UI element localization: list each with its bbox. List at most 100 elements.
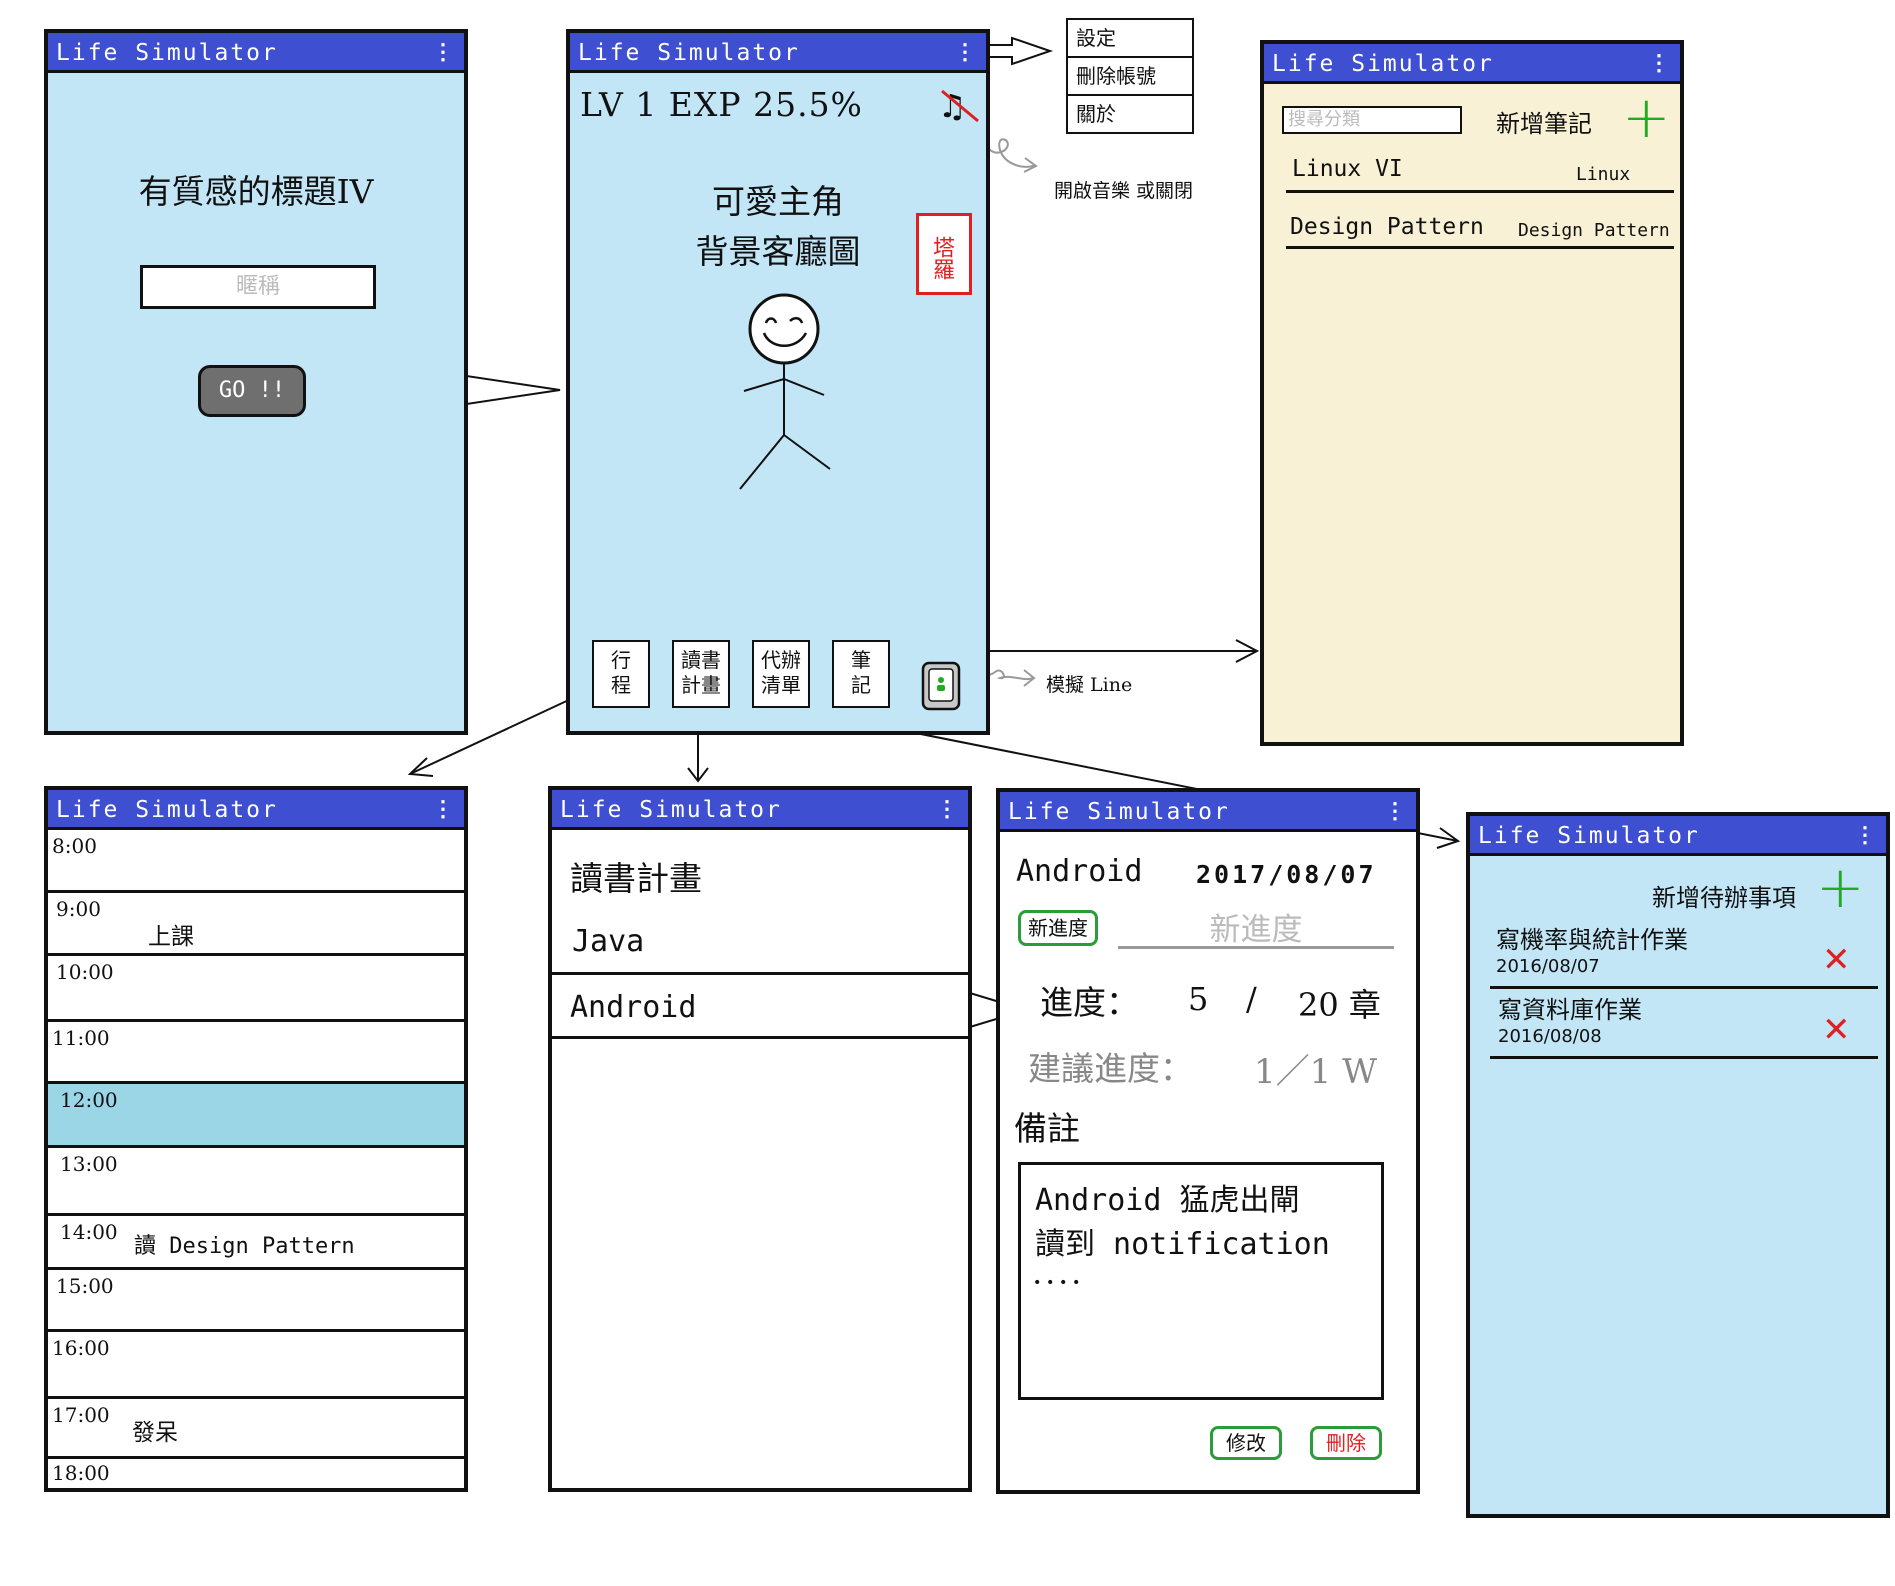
notes-screen: Life Simulator ⋮ 搜尋分類 新增筆記 + Linux VI Li…: [1260, 40, 1684, 746]
edit-button[interactable]: 修改: [1210, 1426, 1282, 1460]
line-sim-note: 模擬 Line: [1046, 674, 1133, 696]
time-slot[interactable]: 11:00: [48, 1022, 464, 1084]
slot-event: 上課: [148, 924, 194, 950]
app-title: Life Simulator: [1478, 823, 1700, 849]
progress-total: 20 章: [1298, 986, 1381, 1024]
nav-schedule-button[interactable]: 行 程: [592, 640, 650, 708]
nav-reading-label-1: 讀書: [681, 648, 721, 672]
nav-schedule-label-2: 程: [611, 673, 631, 697]
home-screen: Life Simulator ⋮ LV 1 EXP 25.5% ♫ 可愛主角 背…: [566, 29, 990, 735]
tarot-button[interactable]: 塔羅: [916, 213, 972, 295]
menu-item-about[interactable]: 關於: [1068, 96, 1192, 132]
time-slot[interactable]: 8:00: [48, 830, 464, 893]
time-slot[interactable]: 9:00 上課: [48, 893, 464, 956]
title-bar: Life Simulator ⋮: [1000, 792, 1416, 832]
nav-notes-label-2: 記: [851, 673, 871, 697]
add-note-label[interactable]: 新增筆記: [1496, 104, 1592, 139]
overflow-menu-icon[interactable]: ⋮: [432, 33, 454, 73]
note-title-1[interactable]: Linux VI: [1292, 156, 1403, 182]
music-toggle-note: 開啟音樂 或關閉: [1054, 180, 1194, 202]
app-title: Life Simulator: [56, 797, 278, 823]
slot-time: 13:00: [60, 1152, 118, 1176]
time-slot[interactable]: 10:00: [48, 956, 464, 1022]
menu-item-settings[interactable]: 設定: [1068, 20, 1192, 58]
slot-time: 18:00: [52, 1461, 110, 1485]
overflow-menu-icon[interactable]: ⋮: [1648, 44, 1670, 84]
todo-date-1: 2016/08/07: [1496, 956, 1600, 977]
character-figure: [739, 293, 831, 490]
app-title: Life Simulator: [1008, 799, 1230, 825]
title-bar: Life Simulator ⋮: [48, 33, 464, 73]
note-title-2[interactable]: Design Pattern: [1290, 214, 1484, 240]
go-button[interactable]: GO !!: [198, 365, 306, 417]
slot-time: 11:00: [52, 1026, 110, 1050]
overflow-menu-icon[interactable]: ⋮: [1854, 816, 1876, 856]
nickname-input[interactable]: 暱稱: [140, 265, 376, 309]
schedule-screen: Life Simulator ⋮ 8:00 9:00 上課 10:00 11:0…: [44, 786, 468, 1492]
progress-separator: /: [1246, 980, 1257, 1018]
overflow-menu-icon[interactable]: ⋮: [936, 790, 958, 830]
delete-button[interactable]: 刪除: [1310, 1426, 1382, 1460]
app-title: Life Simulator: [56, 40, 278, 66]
nav-reading-label-2: 計畫: [681, 673, 721, 697]
todo-title-2[interactable]: 寫資料庫作業: [1498, 990, 1642, 1025]
overflow-menu-icon[interactable]: ⋮: [1384, 792, 1406, 832]
time-slot[interactable]: 17:00 發呆: [48, 1399, 464, 1459]
divider: [1490, 986, 1878, 989]
remark-textarea[interactable]: Android 猛虎出閘 讀到 notification ．．．．: [1018, 1162, 1384, 1400]
remark-label: 備註: [1014, 1109, 1080, 1148]
delete-todo-icon[interactable]: ✕: [1822, 1010, 1851, 1050]
todo-screen: Life Simulator ⋮ 新增待辦事項 + 寫機率與統計作業 2016/…: [1466, 812, 1890, 1518]
remark-line-1: Android 猛虎出閘: [1035, 1183, 1300, 1218]
time-slot[interactable]: 14:00 讀 Design Pattern: [48, 1216, 464, 1270]
title-bar: Life Simulator ⋮: [1470, 816, 1886, 856]
nav-todo-label-1: 代辦: [761, 648, 801, 672]
title-bar: Life Simulator ⋮: [1264, 44, 1680, 84]
progress-label: 進度：: [1040, 983, 1139, 1022]
nav-schedule-label-1: 行: [611, 648, 631, 672]
slot-time: 12:00: [60, 1088, 118, 1112]
new-progress-input[interactable]: 新進度: [1118, 904, 1394, 949]
detail-date: 2017/08/07: [1196, 860, 1377, 889]
add-note-plus-icon[interactable]: +: [1622, 88, 1671, 146]
delete-todo-icon[interactable]: ✕: [1822, 940, 1851, 980]
time-slot-highlighted[interactable]: 12:00: [48, 1084, 464, 1148]
settings-dropdown: 設定 刪除帳號 關於: [1066, 18, 1194, 134]
add-todo-plus-icon[interactable]: +: [1816, 858, 1865, 916]
nav-notes-button[interactable]: 筆 記: [832, 640, 890, 708]
app-title: Life Simulator: [578, 40, 800, 66]
remark-line-3: ．．．．: [1031, 1261, 1097, 1291]
reading-plan-screen: Life Simulator ⋮ 讀書計畫 Java Android: [548, 786, 972, 1492]
note-tag-1: Linux: [1576, 164, 1631, 185]
slot-time: 17:00: [52, 1403, 110, 1427]
title-bar: Life Simulator ⋮: [552, 790, 968, 830]
todo-title-1[interactable]: 寫機率與統計作業: [1496, 920, 1688, 955]
login-screen: Life Simulator ⋮ 有質感的標題IV 暱稱 GO !!: [44, 29, 468, 735]
add-todo-label[interactable]: 新增待辦事項: [1652, 878, 1796, 913]
time-slot[interactable]: 16:00: [48, 1332, 464, 1399]
slot-time: 9:00: [56, 897, 101, 921]
overflow-menu-icon[interactable]: ⋮: [954, 33, 976, 73]
menu-item-delete-account[interactable]: 刪除帳號: [1068, 58, 1192, 96]
time-slot[interactable]: 15:00: [48, 1270, 464, 1332]
phone-line-icon[interactable]: [920, 660, 962, 712]
nav-todo-button[interactable]: 代辦 清單: [752, 640, 810, 708]
time-slot[interactable]: 18:00: [48, 1459, 464, 1492]
nav-reading-plan-button[interactable]: 讀書 計畫: [672, 640, 730, 708]
plan-detail-screen: Life Simulator ⋮ Android 2017/08/07 新進度 …: [996, 788, 1420, 1494]
arrow-home-to-menu: [981, 36, 1054, 66]
music-toggle-icon[interactable]: ♫: [936, 85, 982, 125]
overflow-menu-icon[interactable]: ⋮: [432, 790, 454, 830]
new-progress-button[interactable]: 新進度: [1018, 910, 1098, 946]
slot-event: 發呆: [132, 1420, 178, 1446]
title-bar: Life Simulator ⋮: [570, 33, 986, 73]
divider: [1490, 1056, 1878, 1059]
notes-search-input[interactable]: 搜尋分類: [1282, 106, 1462, 134]
app-title: Life Simulator: [560, 797, 782, 823]
divider: [1286, 190, 1674, 193]
time-slot[interactable]: 13:00: [48, 1148, 464, 1216]
plan-item-android[interactable]: Android: [570, 990, 696, 1025]
plan-item-java[interactable]: Java: [572, 924, 644, 959]
suggested-progress-label: 建議進度：: [1028, 1049, 1193, 1088]
slot-event: 讀 Design Pattern: [134, 1234, 355, 1259]
